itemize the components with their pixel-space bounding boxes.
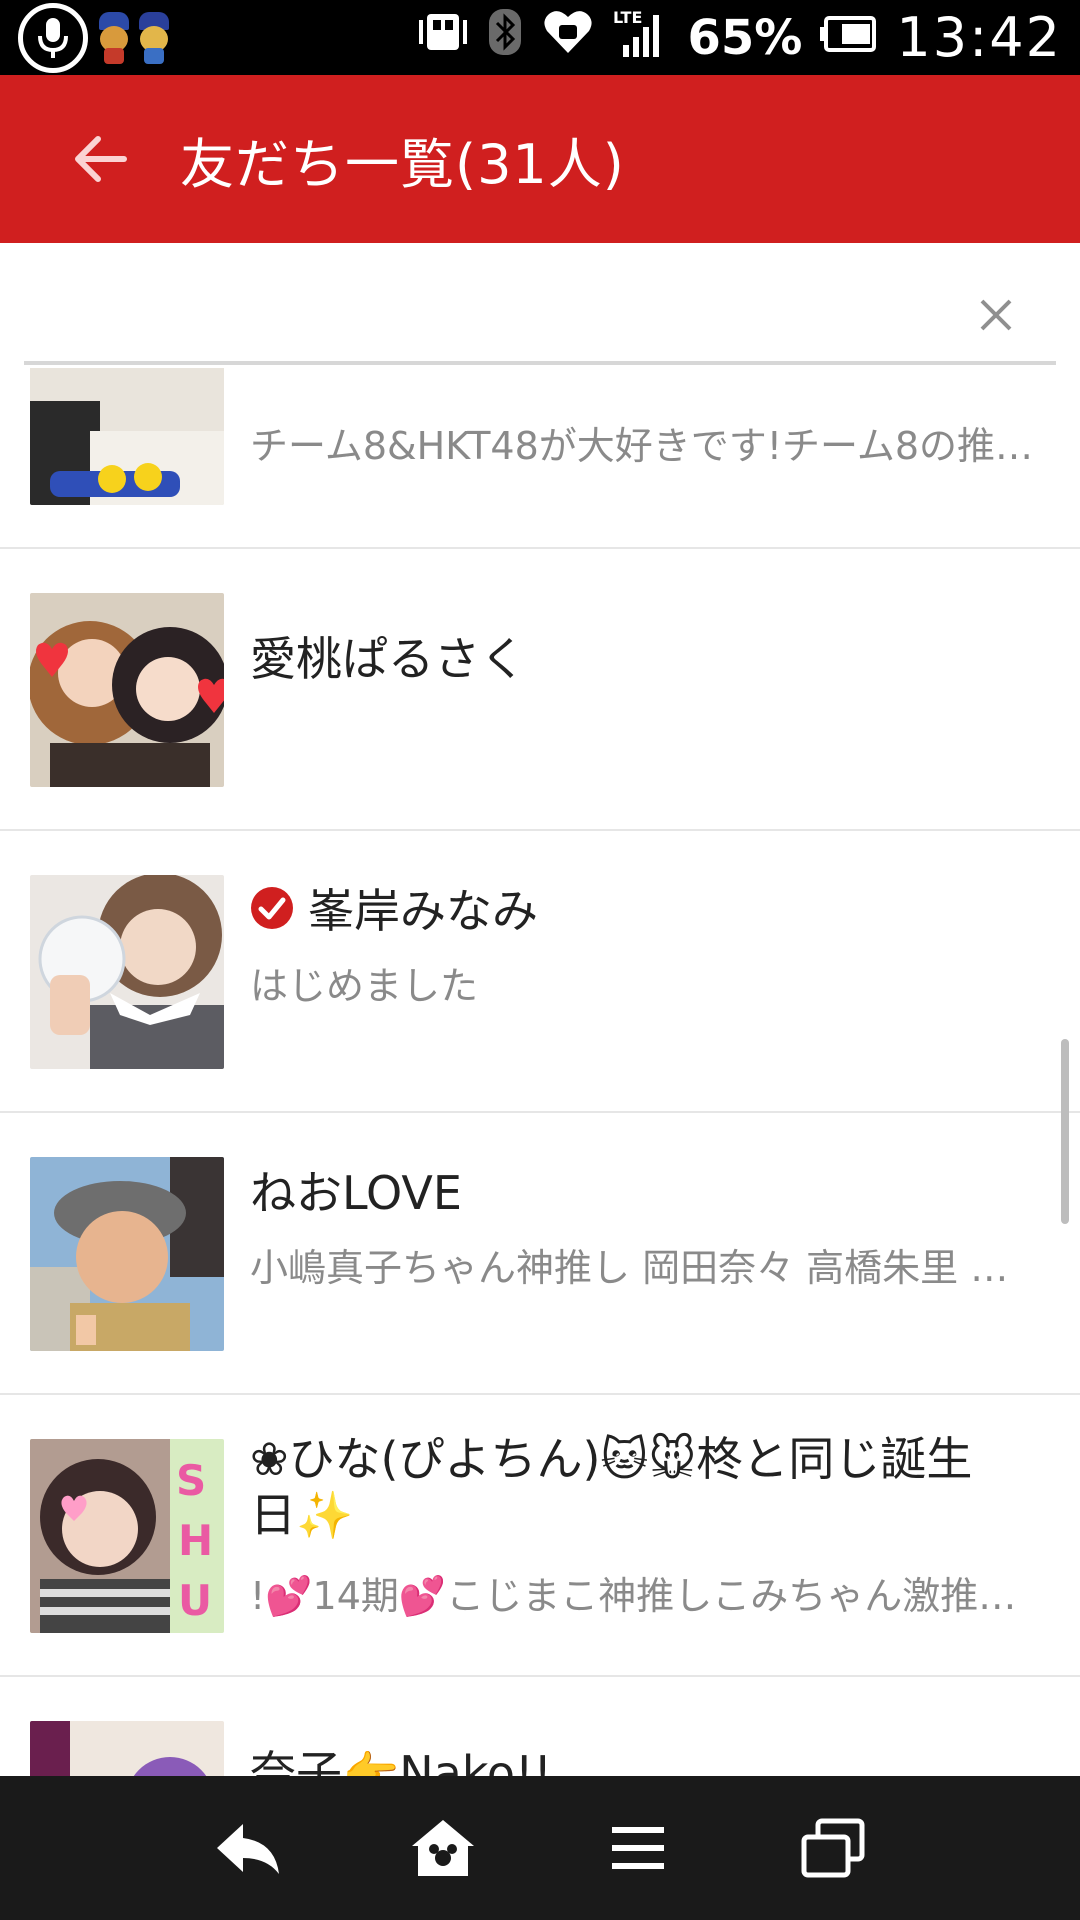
back-arrow-icon [216,1824,279,1874]
status-time: 13:42 [896,6,1062,69]
verified-check-icon [250,886,294,930]
list-item[interactable]: 愛桃ぱるさく [0,549,1080,831]
search-underline [24,361,1056,365]
list-item[interactable]: チーム8&HKT48が大好きです!チーム8の推… [0,368,1080,549]
mascot-icon [96,10,172,66]
close-icon [980,299,1012,331]
friend-list[interactable]: チーム8&HKT48が大好きです!チーム8の推… 愛桃ぱるさく 峯岸みなみ はじ… [0,368,1080,1776]
back-button[interactable] [40,99,160,219]
page-title: 友だち一覧(31人) [180,132,625,196]
svg-text:S: S [176,1456,206,1505]
list-item[interactable]: S H U ❀ひな(ぴよちん)🐱🐭柊と同じ誕生 日✨ !💕14期💕こじまこ神推し… [0,1395,1080,1677]
svg-text:LTE: LTE [613,8,642,27]
mic-icon [18,2,88,73]
battery-percent: 65% [687,9,803,66]
arrow-left-icon [75,136,127,182]
lte-signal-icon: LTE [613,5,669,71]
status-left [0,2,172,73]
menu-icon [611,1827,664,1869]
list-item[interactable]: 峯岸みなみ はじめました [0,831,1080,1113]
friend-name-row: 峯岸みなみ [250,875,538,941]
nav-menu-button[interactable] [583,1793,693,1903]
app-bar: 友だち一覧(31人) [0,75,1080,243]
svg-text:H: H [178,1516,213,1565]
friend-description: はじめました [250,964,479,1008]
friend-description: 小嶋真子ちゃん神推し 岡田奈々 高橋朱里 … [250,1246,1009,1290]
friend-description: チーム8&HKT48が大好きです!チーム8の推… [250,424,1034,468]
status-bar: LTE 65% 13:42 [0,0,1080,75]
clear-search-button[interactable] [966,285,1026,345]
list-item[interactable]: ねおLOVE 小嶋真子ちゃん神推し 岡田奈々 高橋朱里 … [0,1113,1080,1395]
avatar [30,593,224,787]
friend-name: 奈子👉Nako!! [250,1746,552,1776]
bluetooth-icon [487,7,523,69]
search-input[interactable] [24,303,1014,353]
avatar: S H U [30,1439,224,1633]
friend-name-line: 日✨ [250,1488,354,1542]
navigation-bar [0,1776,1080,1920]
nav-home-button[interactable] [388,1793,498,1903]
friend-name-line: ❀ひな(ぴよちん)🐱🐭柊と同じ誕生 [250,1432,973,1486]
search-area [0,243,1080,368]
nav-back-button[interactable] [193,1793,303,1903]
nav-recent-apps-button[interactable] [778,1793,888,1903]
avatar [30,875,224,1069]
avatar [30,1157,224,1351]
recent-apps-icon [801,1818,864,1878]
scrollbar[interactable] [1061,1039,1069,1224]
friend-name: ねおLOVE [250,1166,462,1220]
heart-icon [541,7,595,69]
screen: LTE 65% 13:42 友だち一覧(31人) チーム8&HKT48が大好きで… [0,0,1080,1920]
status-right: LTE 65% 13:42 [417,5,1080,71]
vibrate-icon [417,10,469,66]
friend-name: 愛桃ぱるさく [250,632,526,686]
home-icon [411,1820,474,1876]
svg-text:U: U [178,1576,212,1625]
battery-icon [820,10,878,66]
avatar [30,1721,224,1776]
friend-description: !💕14期💕こじまこ神推しこみちゃん激推… [250,1574,1017,1618]
friend-name: 峯岸みなみ [308,884,538,938]
avatar [30,368,224,505]
list-item[interactable]: 奈子👉Nako!! [0,1677,1080,1776]
friend-name: ❀ひな(ぴよちん)🐱🐭柊と同じ誕生 日✨ [250,1431,972,1543]
